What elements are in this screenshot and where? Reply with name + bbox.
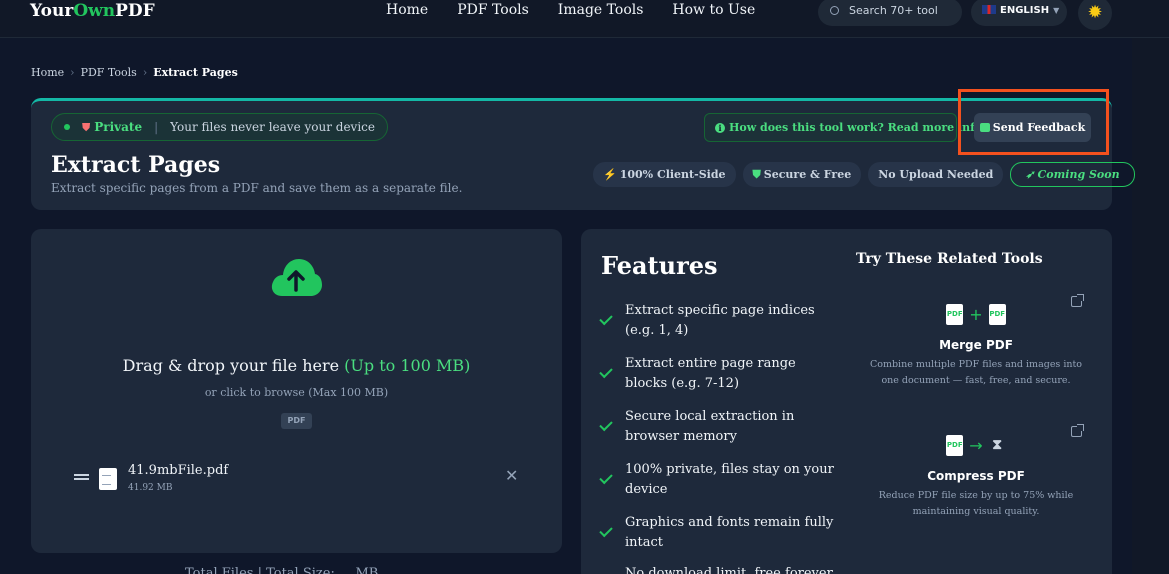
- check-icon: [599, 523, 613, 538]
- feature-item: 100% private, files stay on your device: [599, 460, 839, 500]
- feature-item-partial: No download limit, free forever: [625, 566, 833, 574]
- file-size: 41.92 MB: [128, 483, 173, 493]
- features-card: Features Extract specific page indices (…: [581, 229, 1112, 574]
- nav-link-how-to-use[interactable]: How to Use: [672, 2, 755, 18]
- logo[interactable]: YourOwnPDF: [30, 1, 155, 21]
- check-icon: [599, 470, 613, 485]
- remove-file-button[interactable]: ✕: [505, 466, 518, 485]
- top-nav: YourOwnPDF Home PDF Tools Image Tools Ho…: [0, 0, 1169, 38]
- breadcrumb-home[interactable]: Home: [31, 66, 64, 79]
- search-icon: [830, 6, 839, 15]
- nav-link-image-tools[interactable]: Image Tools: [558, 2, 644, 18]
- arrow-right-icon: →: [969, 436, 983, 455]
- external-link-icon[interactable]: [1071, 294, 1084, 307]
- file-list-item: 41.9mbFile.pdf 41.92 MB ✕: [73, 462, 523, 496]
- browse-hint: or click to browse (Max 100 MB): [204, 386, 389, 399]
- feature-item: Extract entire page range blocks (e.g. 7…: [599, 354, 839, 394]
- highlight-box: [958, 89, 1109, 155]
- page-subtitle: Extract specific pages from a PDF and sa…: [51, 181, 463, 195]
- feature-item: Graphics and fonts remain fully intact: [599, 513, 839, 553]
- chevron-right-icon: ›: [142, 66, 148, 79]
- how-it-works-link[interactable]: i How does this tool work? Read more info: [704, 113, 982, 142]
- lightning-icon: ⚡: [603, 168, 617, 181]
- features-list: Extract specific page indices (e.g. 1, 4…: [599, 301, 839, 566]
- related-tools-title: Try These Related Tools: [856, 251, 1043, 267]
- page-title: Extract Pages: [51, 152, 221, 178]
- external-link-icon[interactable]: [1071, 424, 1084, 437]
- nav-links: Home PDF Tools Image Tools How to Use: [386, 2, 784, 18]
- feature-badges: ⚡ 100% Client-Side ⛊ Secure & Free No Uplo…: [593, 162, 1142, 187]
- shield-icon: ⛊: [82, 121, 91, 134]
- sun-icon: ✹: [1087, 2, 1103, 23]
- search-input[interactable]: Search 70+ tool: [818, 0, 962, 26]
- nav-link-home[interactable]: Home: [386, 2, 428, 18]
- nav-link-pdf-tools[interactable]: PDF Tools: [457, 2, 529, 18]
- upload-dropzone[interactable]: Drag & drop your file here (Up to 100 MB…: [31, 229, 562, 553]
- check-icon: [599, 311, 613, 326]
- file-name: 41.9mbFile.pdf: [128, 463, 229, 478]
- uk-flag-icon: [982, 5, 996, 14]
- info-icon: i: [715, 123, 725, 133]
- status-dot-icon: [64, 124, 70, 130]
- breadcrumb-current: Extract Pages: [153, 66, 238, 79]
- drop-instruction: Drag & drop your file here (Up to 100 MB…: [122, 356, 471, 375]
- file-icon: [99, 468, 117, 490]
- chevron-down-icon: ▼: [1053, 6, 1060, 15]
- features-title: Features: [601, 251, 718, 280]
- feature-item: Secure local extraction in browser memor…: [599, 407, 839, 447]
- feature-item: Extract specific page indices (e.g. 1, 4…: [599, 301, 839, 341]
- related-tool-merge[interactable]: PDF + PDF Merge PDF Combine multiple PDF f…: [856, 304, 1096, 389]
- compress-clamp-icon: ⧗: [992, 437, 1003, 453]
- breadcrumb: Home › PDF Tools › Extract Pages: [31, 66, 238, 79]
- drag-handle-icon[interactable]: [74, 474, 89, 480]
- pdf-file-icon: PDF: [946, 304, 964, 325]
- pdf-file-icon: PDF: [946, 435, 964, 456]
- secure-free-badge: ⛊ Secure & Free: [742, 162, 862, 187]
- breadcrumb-pdf-tools[interactable]: PDF Tools: [81, 66, 137, 79]
- page-side-area: [1132, 38, 1169, 574]
- coming-soon-badge[interactable]: ➶ Coming Soon: [1010, 162, 1135, 187]
- no-upload-badge: No Upload Needed: [868, 162, 1004, 187]
- check-icon: [599, 417, 613, 432]
- totals-summary: Total Files | Total Size: ... MB: [185, 566, 379, 574]
- pdf-file-icon: PDF: [988, 304, 1006, 325]
- rocket-icon: ➶: [1025, 168, 1035, 181]
- theme-toggle-button[interactable]: ✹: [1078, 0, 1112, 30]
- shield-icon: ⛊: [752, 168, 761, 181]
- chevron-right-icon: ›: [70, 66, 75, 79]
- related-tool-compress[interactable]: PDF → ⧗ Compress PDF Reduce PDF file size …: [856, 435, 1096, 520]
- check-icon: [599, 364, 613, 379]
- cloud-upload-icon: [271, 259, 322, 296]
- plus-icon: +: [969, 305, 983, 324]
- file-type-tag: PDF: [281, 413, 312, 429]
- privacy-badge: ⛊ Private | Your files never leave your dev…: [51, 113, 388, 141]
- tool-header-card: ⛊ Private | Your files never leave your dev…: [31, 98, 1135, 210]
- close-icon: ✕: [505, 466, 519, 485]
- client-side-badge: ⚡ 100% Client-Side: [593, 162, 736, 187]
- language-selector[interactable]: ENGLISH ▼: [971, 0, 1067, 26]
